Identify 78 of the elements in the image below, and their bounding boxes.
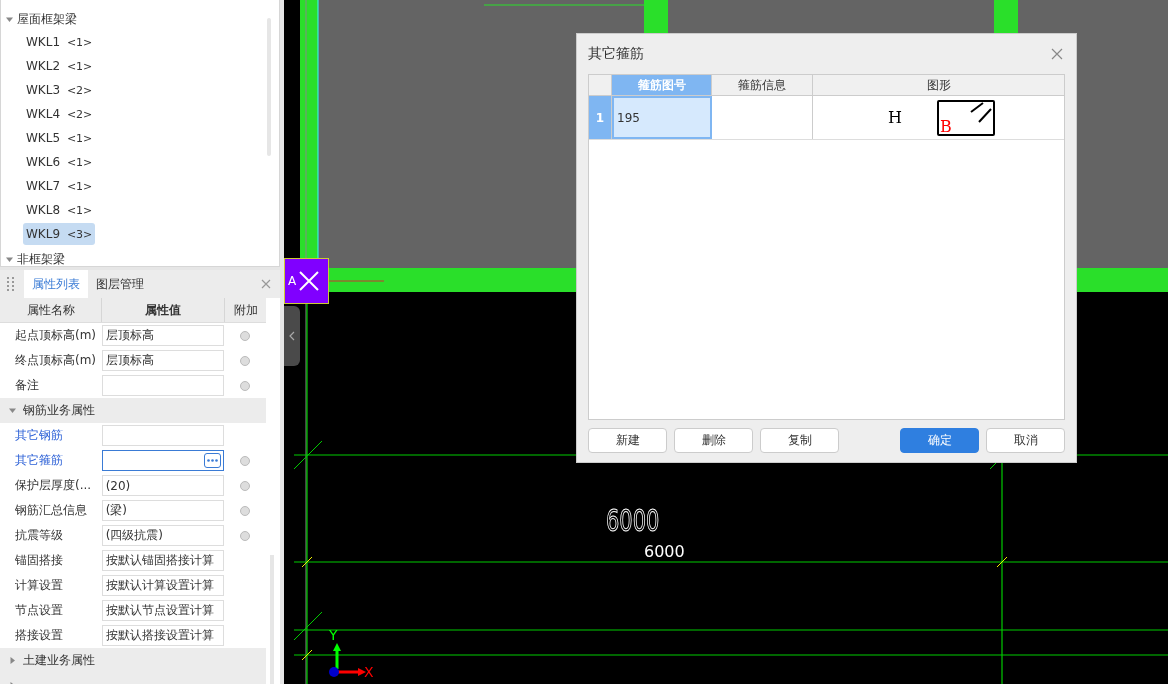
property-name: 锚固搭接 xyxy=(14,552,64,569)
value-field[interactable]: 层顶标高 xyxy=(101,350,225,371)
attach-checkbox[interactable] xyxy=(240,480,251,491)
property-name: 终点顶标高(m) xyxy=(14,352,98,369)
value-field[interactable]: (四级抗震) xyxy=(101,525,225,546)
dialog-button[interactable]: 复制 xyxy=(760,428,839,453)
tree-item[interactable]: WKL8 <1> xyxy=(23,199,96,221)
property-name: 搭接设置 xyxy=(14,627,64,644)
value-field[interactable]: (梁) xyxy=(101,500,225,521)
panel-tab[interactable]: 图层管理 xyxy=(88,270,152,298)
axis-marker[interactable]: A xyxy=(284,258,329,304)
attach-checkbox[interactable] xyxy=(240,530,251,541)
tree-item[interactable]: WKL9 <3> xyxy=(23,223,96,245)
tree-item[interactable]: WKL5 <1> xyxy=(23,127,96,149)
dimension-label: 6000 xyxy=(644,544,685,560)
dialog-button[interactable]: 删除 xyxy=(674,428,753,453)
cross-icon xyxy=(298,270,321,292)
value-field[interactable]: 层顶标高 xyxy=(101,325,225,346)
table-cell[interactable]: 195 xyxy=(612,96,712,139)
attach-checkbox[interactable] xyxy=(240,330,251,341)
value-field[interactable]: 按默认计算设置计算 xyxy=(101,575,225,596)
tree-item[interactable]: WKL2 <1> xyxy=(23,55,96,77)
confirm-button[interactable]: 确定 xyxy=(900,428,979,453)
close-icon[interactable] xyxy=(1051,48,1063,60)
property-name: 备注 xyxy=(14,377,40,394)
dimension-label: B xyxy=(939,116,952,136)
close-icon[interactable] xyxy=(261,279,271,289)
group-header[interactable]: 钢筋业务属性 xyxy=(0,398,266,423)
origin-dot-icon xyxy=(329,667,339,677)
property-link[interactable]: 其它箍筋 xyxy=(0,452,101,469)
column-header[interactable]: 属性名称 xyxy=(0,298,102,322)
group-header[interactable]: 土建业务属性 xyxy=(0,648,266,673)
value-field[interactable]: (20) xyxy=(101,475,225,496)
axis-label: Y xyxy=(329,628,338,642)
collapse-handle[interactable] xyxy=(284,306,300,366)
collapse-arrow-icon xyxy=(6,255,13,263)
dialog-button[interactable]: 新建 xyxy=(588,428,667,453)
axis-label: X xyxy=(364,665,374,679)
tree-item[interactable]: WKL4 <2> xyxy=(23,103,96,125)
property-link[interactable]: 其它钢筋 xyxy=(0,427,101,444)
tree-item[interactable]: WKL3 <2> xyxy=(23,79,96,101)
drag-handle-icon xyxy=(7,277,15,291)
y-axis-arrow-icon xyxy=(333,643,341,669)
column-header[interactable]: 属性值 xyxy=(102,298,225,322)
attach-checkbox[interactable] xyxy=(240,455,251,466)
chevron-left-icon xyxy=(289,331,295,341)
property-name: 保护层厚度(... xyxy=(14,477,93,494)
value-field[interactable]: 按默认锚固搭接计算 xyxy=(101,550,225,571)
property-name: 节点设置 xyxy=(14,602,64,619)
value-field[interactable]: 按默认节点设置计算 xyxy=(101,600,225,621)
tree-item[interactable]: WKL1 <1> xyxy=(23,31,96,53)
tree-group-label[interactable]: 非框架梁 xyxy=(17,250,65,266)
tree-group-label[interactable]: 屋面框架梁 xyxy=(17,10,77,28)
dimension-label: H xyxy=(888,108,902,127)
collapse-arrow-icon xyxy=(6,15,13,23)
value-field[interactable]: 按默认搭接设置计算 xyxy=(101,625,225,646)
dialog-button[interactable]: 取消 xyxy=(986,428,1065,453)
expand-arrow-icon xyxy=(9,657,16,664)
panel-tab[interactable]: 属性列表 xyxy=(24,270,88,298)
more-button[interactable] xyxy=(204,453,222,468)
attach-checkbox[interactable] xyxy=(240,505,251,516)
property-name: 抗震等级 xyxy=(14,527,64,544)
column-header[interactable]: 箍筋信息 xyxy=(712,75,813,95)
value-field[interactable] xyxy=(101,450,225,471)
property-name: 计算设置 xyxy=(14,577,64,594)
attach-checkbox[interactable] xyxy=(240,380,251,391)
column-header[interactable]: 图形 xyxy=(813,75,1064,95)
property-name: 起点顶标高(m) xyxy=(14,327,98,344)
attach-checkbox[interactable] xyxy=(240,355,251,366)
dialog-title: 其它箍筋 xyxy=(588,45,644,63)
tree-item[interactable]: WKL7 <1> xyxy=(23,175,96,197)
x-axis-arrow-icon xyxy=(336,668,366,676)
property-name: 钢筋汇总信息 xyxy=(14,502,88,519)
column-header[interactable]: 附加 xyxy=(225,298,266,322)
tree-item[interactable]: WKL6 <1> xyxy=(23,151,96,173)
ellipsis-icon xyxy=(207,459,219,462)
dimension-label: 6000 xyxy=(606,506,660,536)
collapse-arrow-icon xyxy=(9,407,16,414)
